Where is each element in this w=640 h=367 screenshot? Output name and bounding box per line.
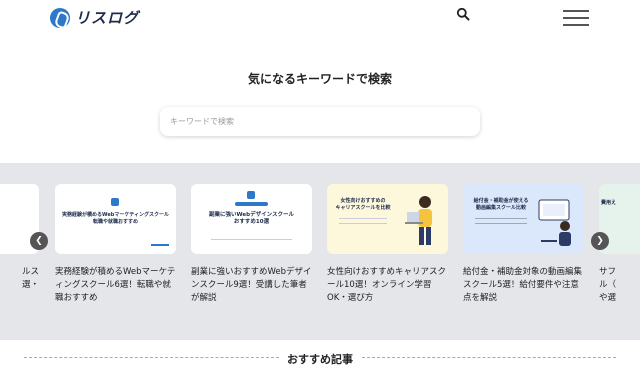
thumb-decoration [339,223,387,224]
thumb-logo-icon [247,191,255,199]
article-carousel: ルス 選・ 実務経験が積めるWebマーケティングスクール 転職や就職おすすめ 実… [0,163,640,340]
card-thumbnail: 女性向けおすすめの キャリアスクールを比較 [327,184,448,254]
section-title: おすすめ記事 [287,353,353,366]
search-input[interactable] [170,113,450,130]
site-logo[interactable]: リスログ [50,7,139,28]
carousel-card[interactable]: 給付金・補助金が使える 動画編集スクール比較 給付金・補助金対象の動画編集スクー… [463,184,584,305]
card-title: 給付金・補助金対象の動画編集スクール5選！給付要件や注意点を解説 [463,267,583,303]
hamburger-menu-icon[interactable] [563,10,589,26]
carousel-next-button[interactable]: ❯ [591,232,609,250]
section-divider [362,357,616,358]
chevron-right-icon: ❯ [596,236,604,246]
thumb-decoration [151,244,169,246]
thumb-decoration [475,223,527,224]
chevron-left-icon: ❮ [35,236,43,246]
card-title: 女性向けおすすめキャリアスクール10選！オンライン学習OK・選び方 [327,267,447,303]
thumb-text: 女性向けおすすめの キャリアスクールを比較 [335,198,391,211]
thumb-decoration [235,202,268,206]
logo-mark-icon [50,7,70,28]
card-title: ルス 選・ [21,267,39,290]
thumb-text: 費用え [601,200,617,206]
thumb-decoration [211,239,292,240]
logo-text: リスログ [75,9,140,27]
thumb-decoration [475,218,527,219]
search-icon[interactable] [456,7,470,21]
carousel-card[interactable]: 女性向けおすすめの キャリアスクールを比較 女性向けおすすめキャリアスクール10… [327,184,448,305]
carousel-card[interactable]: 副業に強いWebデザインスクール おすすめ10選 副業に強いおすすめWebデザイ… [191,184,312,305]
card-thumbnail: 実務経験が積めるWebマーケティングスクール 転職や就職おすすめ [55,184,176,254]
thumb-text: 給付金・補助金が使える 動画編集スクール比較 [473,198,529,211]
thumb-logo-icon [111,198,119,206]
card-thumbnail: 給付金・補助金が使える 動画編集スクール比較 [463,184,584,254]
thumb-text: 副業に強いWebデザインスクール おすすめ10選 [209,212,294,225]
thumb-text: 実務経験が積めるWebマーケティングスクール 転職や就職おすすめ [62,212,169,225]
carousel-prev-button[interactable]: ❮ [30,232,48,250]
thumb-decoration [339,218,387,219]
card-title: 実務経験が積めるWebマーケティングスクール6選！転職や就職おすすめ [55,267,176,303]
site-header: リスログ [0,0,640,40]
woman-at-laptop-illustration [405,196,432,245]
card-title: 副業に強いおすすめWebデザインスクール9選！受講した筆者が解説 [191,267,312,303]
card-title: サフ ル（ や選 [599,267,617,303]
video-editor-illustration [538,199,571,246]
card-thumbnail: 副業に強いWebデザインスクール おすすめ10選 [191,184,312,254]
search-box [160,107,480,136]
search-section-title: 気になるキーワードで検索 [247,72,392,86]
carousel-card[interactable]: 実務経験が積めるWebマーケティングスクール 転職や就職おすすめ 実務経験が積め… [55,184,176,305]
